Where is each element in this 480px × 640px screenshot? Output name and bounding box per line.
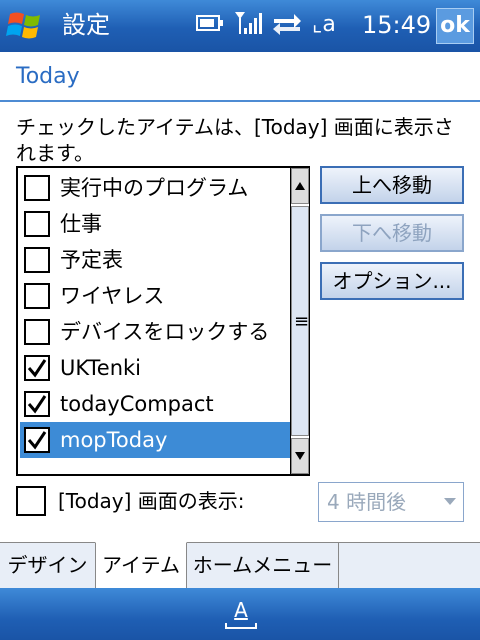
scroll-down-button[interactable] — [291, 438, 309, 474]
item-checkbox[interactable] — [24, 355, 50, 381]
list-item[interactable]: mopToday — [20, 422, 290, 458]
instruction-text: チェックしたアイテムは、[Today] 画面に表示されます。 — [16, 115, 454, 165]
input-a-icon[interactable]: ⌞a — [312, 10, 336, 40]
signal-icon[interactable] — [234, 10, 262, 40]
app-title: 設定 — [62, 11, 110, 39]
status-icons: ⌞a — [196, 10, 336, 40]
list-item[interactable]: デバイスをロックする — [20, 314, 290, 350]
keyboard-a-icon: A — [234, 598, 248, 622]
clock[interactable]: 15:49 — [362, 10, 431, 40]
tab-items[interactable]: アイテム — [95, 542, 187, 589]
list-item-label: todayCompact — [60, 392, 214, 416]
header-divider — [0, 100, 480, 102]
list-item-label: 実行中のプログラム — [60, 176, 249, 200]
timeout-value: 4 時間後 — [327, 490, 407, 514]
vertical-scrollbar[interactable]: ≡ — [290, 168, 309, 474]
list-item-label: ワイヤレス — [60, 284, 165, 308]
sync-arrows-icon[interactable] — [272, 11, 302, 39]
page-title: Today — [16, 64, 80, 89]
tab-home-menu[interactable]: ホームメニュー — [187, 543, 339, 589]
battery-icon[interactable] — [196, 13, 224, 37]
item-checkbox[interactable] — [24, 211, 50, 237]
options-button[interactable]: オプション... — [320, 262, 464, 300]
scroll-up-button[interactable] — [291, 168, 309, 204]
today-items-list[interactable]: 実行中のプログラム 仕事予定表ワイヤレスデバイスをロックする UKTenki toda… — [16, 166, 310, 476]
timeout-dropdown[interactable]: 4 時間後 — [318, 482, 464, 522]
list-item-label: 仕事 — [60, 212, 102, 236]
item-checkbox[interactable] — [24, 175, 50, 201]
scroll-thumb[interactable]: ≡ — [291, 206, 309, 436]
list-item-label: mopToday — [60, 428, 168, 452]
list-item[interactable]: 仕事 — [20, 206, 290, 242]
grip-icon: ≡ — [294, 311, 310, 332]
today-display-checkbox[interactable] — [16, 486, 46, 516]
item-checkbox[interactable] — [24, 247, 50, 273]
tab-strip: デザイン アイテム ホームメニュー — [0, 542, 480, 589]
list-item-label: 予定表 — [60, 248, 123, 272]
title-bar: 設定 ⌞a 15:49 ok — [0, 0, 480, 52]
ok-button[interactable]: ok — [436, 8, 474, 44]
soft-key-bar: A — [0, 588, 480, 640]
checkmark-icon — [27, 431, 47, 450]
item-checkbox[interactable] — [24, 427, 50, 453]
item-checkbox[interactable] — [24, 283, 50, 309]
move-up-button[interactable]: 上へ移動 — [320, 166, 464, 204]
list-item[interactable]: 予定表 — [20, 242, 290, 278]
list-item[interactable]: 実行中のプログラム — [20, 170, 290, 206]
list-item-label: デバイスをロックする — [60, 320, 270, 344]
scroll-up-icon — [295, 182, 305, 190]
list-item[interactable]: UKTenki — [20, 350, 290, 386]
today-display-label: [Today] 画面の表示: — [58, 489, 245, 513]
checkmark-icon — [27, 359, 47, 378]
list-item-label: UKTenki — [60, 356, 141, 380]
input-panel-button[interactable]: A — [224, 598, 258, 630]
input-baseline-icon — [225, 623, 257, 629]
scroll-down-icon — [295, 452, 305, 460]
item-checkbox[interactable] — [24, 319, 50, 345]
list-item[interactable]: todayCompact — [20, 386, 290, 422]
windows-logo-icon[interactable] — [6, 8, 46, 44]
move-down-button[interactable]: 下へ移動 — [320, 214, 464, 252]
item-checkbox[interactable] — [24, 391, 50, 417]
checkmark-icon — [27, 395, 47, 414]
tab-design[interactable]: デザイン — [0, 543, 96, 589]
list-item[interactable]: ワイヤレス — [20, 278, 290, 314]
chevron-down-icon — [444, 498, 456, 505]
